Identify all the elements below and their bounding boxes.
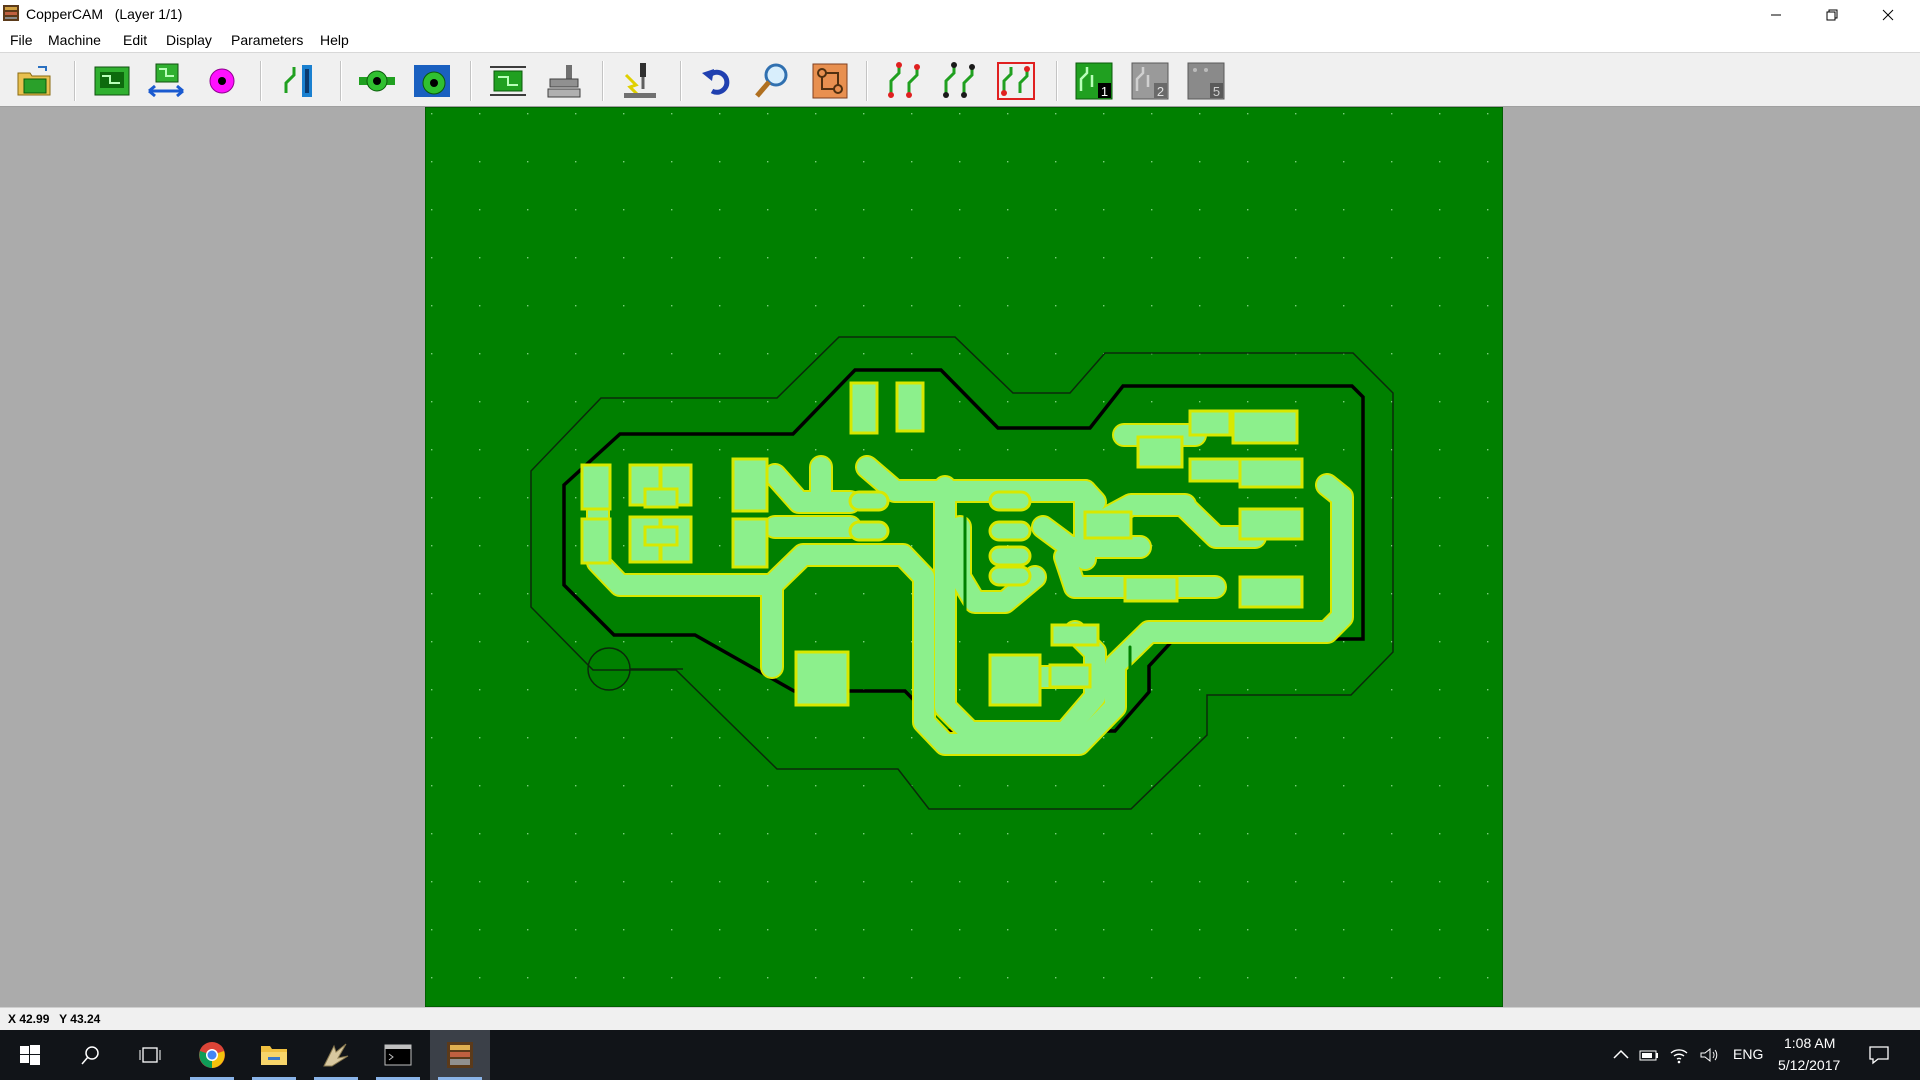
taskbar: ENG 1:08 AM 5/12/2017 — [0, 1030, 1920, 1080]
board-dimensions-icon — [490, 66, 526, 96]
menu-machine[interactable]: Machine — [46, 32, 103, 48]
layer-2-label: 2 — [1157, 84, 1164, 99]
layer-5-icon: 5 — [1187, 62, 1225, 100]
menu-parameters[interactable]: Parameters — [229, 32, 305, 48]
volume-icon[interactable] — [1698, 1045, 1720, 1065]
pad-icon — [359, 70, 395, 92]
battery-icon[interactable] — [1638, 1045, 1660, 1065]
notifications-icon[interactable] — [1868, 1045, 1890, 1065]
cursor-coordinates: X 42.99 Y 43.24 — [8, 1012, 101, 1026]
eagle-icon — [323, 1043, 349, 1067]
pcb-board[interactable] — [425, 107, 1503, 1007]
layer-1-label: 1 — [1101, 84, 1108, 99]
wifi-icon[interactable] — [1668, 1045, 1690, 1065]
clock-time[interactable]: 1:08 AM — [1784, 1035, 1835, 1051]
board-dimensions-button[interactable] — [488, 61, 528, 101]
contour-options-button[interactable] — [940, 61, 980, 101]
tool-library-icon — [547, 65, 581, 98]
mill-button[interactable] — [620, 61, 660, 101]
undo-button[interactable] — [698, 61, 738, 101]
coppercam-app-icon — [3, 5, 19, 21]
menu-edit[interactable]: Edit — [121, 32, 149, 48]
taskbar-file-explorer[interactable] — [244, 1030, 304, 1080]
taskbar-eagle[interactable] — [306, 1030, 366, 1080]
reset-contours-icon — [997, 62, 1035, 100]
open-button[interactable] — [14, 61, 54, 101]
layer-2-icon: 2 — [1131, 62, 1169, 100]
folder-icon — [261, 1046, 287, 1065]
restore-icon — [1826, 9, 1838, 21]
pad-marker-button[interactable] — [202, 61, 242, 101]
reset-contours-button[interactable] — [996, 61, 1036, 101]
mirror-board-icon — [148, 63, 184, 98]
pad-drill-button[interactable] — [412, 61, 452, 101]
tool-library-button[interactable] — [544, 61, 584, 101]
undo-icon — [702, 69, 730, 95]
menu-help[interactable]: Help — [318, 32, 351, 48]
contour-options-icon — [943, 62, 975, 98]
windows-icon — [20, 1045, 40, 1065]
search-icon — [81, 1046, 99, 1065]
close-icon — [1882, 9, 1894, 21]
zoom-icon — [755, 63, 788, 98]
taskbar-chrome[interactable] — [182, 1030, 242, 1080]
mill-icon — [624, 63, 656, 98]
layer-5-button[interactable]: 5 — [1186, 61, 1226, 101]
calculate-contours-icon — [888, 62, 920, 98]
window-title: CopperCAM (Layer 1/1) — [26, 6, 183, 22]
calculate-contours-button[interactable] — [885, 61, 925, 101]
mirror-board-button[interactable] — [146, 61, 186, 101]
language-indicator[interactable]: ENG — [1733, 1046, 1763, 1062]
pad-marker-icon — [209, 68, 235, 94]
minimize-icon — [1771, 14, 1781, 16]
pad-drill-icon — [414, 65, 450, 97]
open-icon — [17, 66, 51, 96]
pad-button[interactable] — [357, 61, 397, 101]
task-view-icon — [139, 1047, 161, 1063]
menu-file[interactable]: File — [8, 32, 35, 48]
coppercam-icon — [447, 1042, 473, 1068]
new-board-button[interactable] — [92, 61, 132, 101]
show-hidden-icons-icon[interactable] — [1610, 1045, 1632, 1065]
menu-bar: File Machine Edit Display Parameters Hel… — [0, 30, 1920, 52]
title-bar: CopperCAM (Layer 1/1) — [0, 0, 1920, 30]
search-button[interactable] — [60, 1030, 120, 1080]
menu-display[interactable]: Display — [164, 32, 214, 48]
start-button[interactable] — [0, 1030, 60, 1080]
set-reference-button[interactable] — [280, 61, 320, 101]
toolbar: 1 2 5 — [0, 52, 1920, 107]
clock-date[interactable]: 5/12/2017 — [1778, 1057, 1840, 1073]
taskbar-command-prompt[interactable] — [368, 1030, 428, 1080]
status-bar: X 42.99 Y 43.24 — [0, 1007, 1920, 1030]
close-button[interactable] — [1860, 0, 1916, 30]
contour-button[interactable] — [810, 61, 850, 101]
taskbar-coppercam[interactable] — [430, 1030, 490, 1080]
layer-2-button[interactable]: 2 — [1130, 61, 1170, 101]
layer-1-icon: 1 — [1075, 62, 1113, 100]
zoom-button[interactable] — [752, 61, 792, 101]
layer-5-label: 5 — [1213, 84, 1220, 99]
set-reference-icon — [284, 65, 312, 97]
new-board-icon — [94, 66, 130, 96]
layer-1-button[interactable]: 1 — [1074, 61, 1114, 101]
task-view-button[interactable] — [120, 1030, 180, 1080]
chrome-icon — [199, 1042, 225, 1068]
contour-icon — [812, 63, 848, 99]
terminal-icon — [384, 1044, 412, 1066]
minimize-button[interactable] — [1748, 0, 1804, 30]
restore-button[interactable] — [1804, 0, 1860, 30]
